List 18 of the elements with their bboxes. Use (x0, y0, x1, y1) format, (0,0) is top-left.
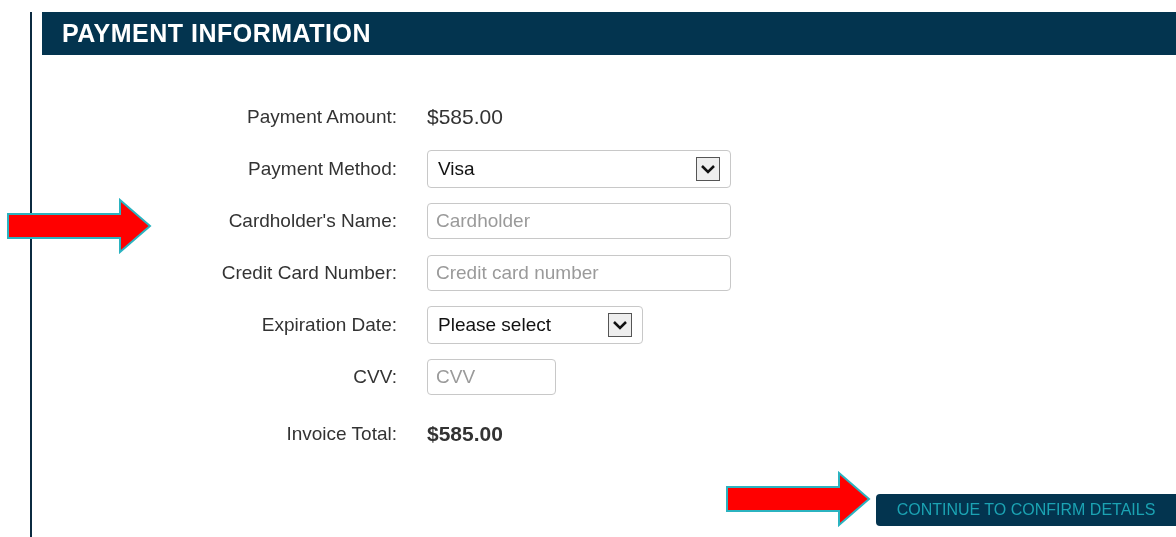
input-field[interactable]: Credit card number (427, 255, 731, 291)
total-value: $585.00 (427, 422, 503, 446)
dropdown-select[interactable]: Visa (427, 150, 731, 188)
field-label: CVV: (353, 366, 397, 388)
field-label: Cardholder's Name: (228, 210, 397, 232)
field-label: Payment Amount: (247, 106, 397, 128)
field-label: Payment Method: (248, 158, 397, 180)
input-field[interactable]: CVV (427, 359, 556, 395)
amount-value: $585.00 (427, 105, 503, 129)
chevron-down-icon (608, 313, 632, 337)
field-label: Expiration Date: (261, 314, 397, 336)
field-label: Invoice Total: (286, 423, 397, 445)
section-title: PAYMENT INFORMATION (62, 19, 372, 48)
continue-button[interactable]: CONTINUE TO CONFIRM DETAILS (876, 494, 1176, 526)
input-field[interactable]: Cardholder (427, 203, 731, 239)
dropdown-select[interactable]: Please select (427, 306, 643, 344)
field-label: Credit Card Number: (221, 262, 397, 284)
chevron-down-icon (696, 157, 720, 181)
